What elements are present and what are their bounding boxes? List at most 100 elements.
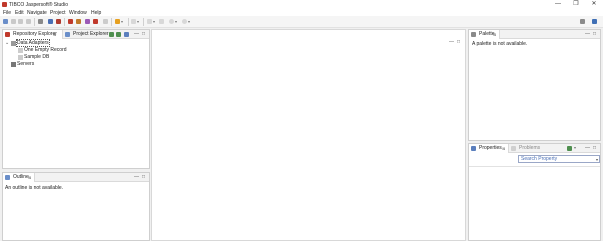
maximize-view-button[interactable]: □ — [142, 173, 145, 181]
open-perspective-icon[interactable] — [580, 19, 585, 24]
properties-tabs: Properties ⊠ Problems ▾ — □ — [469, 144, 600, 153]
close-tab-icon[interactable]: ⊠ — [28, 173, 31, 182]
minimize-view-button[interactable]: — — [585, 30, 590, 38]
close-tab-icon[interactable]: ⊠ — [493, 30, 496, 39]
add-data-adapter-icon[interactable] — [109, 32, 114, 37]
tab-properties[interactable]: Properties ⊠ — [469, 144, 509, 153]
stop-icon[interactable] — [68, 19, 73, 24]
properties-view: Properties ⊠ Problems ▾ — □ ▾ — [468, 143, 601, 241]
run-report-icon[interactable] — [56, 19, 61, 24]
preview-icon[interactable] — [93, 19, 98, 24]
collapse-all-icon[interactable] — [116, 32, 121, 37]
maximize-button[interactable]: ❐ — [567, 0, 585, 9]
history-back-dropdown-icon[interactable]: ▾ — [175, 19, 177, 24]
print-icon[interactable] — [38, 19, 43, 24]
title-bar: TIBCO Jaspersoft® Studio — ❐ ✕ — [0, 0, 603, 9]
jaspersoft-logo-icon — [2, 2, 7, 7]
new-icon[interactable] — [3, 19, 8, 24]
outline-tabs: Outline ⊠ — □ — [3, 173, 149, 182]
properties-icon[interactable] — [26, 19, 31, 24]
save-all-icon[interactable] — [18, 19, 23, 24]
maximize-view-button[interactable]: □ — [142, 30, 145, 38]
view-menu-icon[interactable]: ▾ — [574, 145, 576, 150]
close-tab-icon[interactable]: ⊠ — [53, 30, 56, 39]
pin-properties-icon[interactable] — [567, 146, 572, 151]
tree-item-servers[interactable]: Servers — [17, 61, 34, 67]
maximize-editor-button[interactable]: □ — [457, 38, 460, 46]
menu-edit[interactable]: Edit — [15, 10, 24, 16]
tab-label: Problems — [519, 145, 541, 151]
problems-icon — [511, 146, 516, 151]
editor-area: — □ — [151, 29, 466, 241]
toolbar-separator — [143, 18, 144, 26]
save-icon[interactable] — [11, 19, 16, 24]
menu-file[interactable]: File — [3, 10, 11, 16]
annotation-icon[interactable] — [131, 19, 136, 24]
annotation-dropdown-icon[interactable]: ▾ — [137, 19, 139, 24]
divider — [469, 166, 600, 167]
minimize-view-button[interactable]: — — [134, 173, 139, 181]
toolbar-separator — [128, 18, 129, 26]
palette-tabs: Palette ⊠ — □ — [469, 30, 600, 39]
toolbar-separator — [64, 18, 65, 26]
tab-repository-explorer[interactable]: Repository Explorer ⊠ — [3, 30, 63, 39]
next-dropdown-icon[interactable]: ▾ — [153, 19, 155, 24]
repository-icon — [5, 32, 10, 37]
zoom-icon[interactable] — [103, 19, 108, 24]
minimize-view-button[interactable]: — — [585, 144, 590, 152]
close-window-button[interactable]: ✕ — [585, 0, 603, 9]
menu-navigate[interactable]: Navigate — [27, 10, 47, 16]
folder-icon — [11, 41, 16, 46]
link-editor-icon[interactable] — [124, 32, 129, 37]
tab-outline[interactable]: Outline ⊠ — [3, 173, 35, 182]
server-icon — [11, 62, 16, 67]
palette-view: Palette ⊠ — □ A palette is not available… — [468, 29, 601, 141]
menu-help[interactable]: Help — [91, 10, 101, 16]
data-adapters-expander[interactable]: ⌄ — [5, 40, 9, 46]
minimize-editor-button[interactable]: — — [449, 38, 454, 46]
compile-icon[interactable] — [76, 19, 81, 24]
perspective-icon[interactable] — [592, 19, 597, 24]
tab-label: Properties — [479, 145, 502, 151]
back-icon[interactable] — [159, 19, 164, 24]
project-explorer-icon — [65, 32, 70, 37]
palette-empty-message: A palette is not available. — [472, 41, 528, 47]
data-adapter-icon — [18, 48, 23, 53]
window-title: TIBCO Jaspersoft® Studio — [9, 1, 68, 8]
tree-item-sample-db[interactable]: Sample DB — [24, 54, 49, 60]
maximize-view-button[interactable]: □ — [593, 30, 596, 38]
history-forward-icon[interactable] — [182, 19, 187, 24]
tab-problems[interactable]: Problems — [509, 144, 541, 153]
repository-explorer-tabs: Repository Explorer ⊠ Project Explorer —… — [3, 30, 149, 39]
search-property-field[interactable]: ▾ — [518, 155, 600, 163]
tab-project-explorer[interactable]: Project Explorer — [63, 30, 109, 39]
next-annotation-icon[interactable] — [147, 19, 152, 24]
outline-icon — [5, 175, 10, 180]
minimize-button[interactable]: — — [549, 0, 567, 9]
wizard-dropdown-icon[interactable]: ▾ — [121, 19, 123, 24]
publish-icon[interactable] — [48, 19, 53, 24]
outline-empty-message: An outline is not available. — [5, 185, 64, 191]
tree-item-one-empty-record[interactable]: One Empty Record — [24, 47, 67, 53]
menu-project[interactable]: Project — [50, 10, 66, 16]
wizard-icon[interactable] — [115, 19, 120, 24]
menu-window[interactable]: Window — [69, 10, 87, 16]
toolbar-separator — [34, 18, 35, 26]
database-icon — [18, 55, 23, 60]
palette-icon — [471, 32, 476, 37]
history-forward-dropdown-icon[interactable]: ▾ — [188, 19, 190, 24]
close-tab-icon[interactable]: ⊠ — [502, 144, 505, 153]
menu-bar: File Edit Navigate Project Window Help — [0, 9, 603, 16]
tab-label: Project Explorer — [73, 31, 109, 37]
tab-palette[interactable]: Palette ⊠ — [469, 30, 500, 39]
repository-explorer-view: Repository Explorer ⊠ Project Explorer —… — [2, 29, 150, 169]
minimize-view-button[interactable]: — — [134, 30, 139, 38]
tree-item-data-adapters[interactable]: Data Adapters — [16, 39, 50, 47]
outline-view: Outline ⊠ — □ An outline is not availabl… — [2, 172, 150, 241]
chevron-down-icon[interactable]: ▾ — [596, 156, 598, 163]
tab-label: Repository Explorer — [13, 31, 57, 37]
history-back-icon[interactable] — [169, 19, 174, 24]
dataset-icon[interactable] — [85, 19, 90, 24]
search-property-input[interactable] — [519, 156, 599, 162]
maximize-view-button[interactable]: □ — [593, 144, 596, 152]
